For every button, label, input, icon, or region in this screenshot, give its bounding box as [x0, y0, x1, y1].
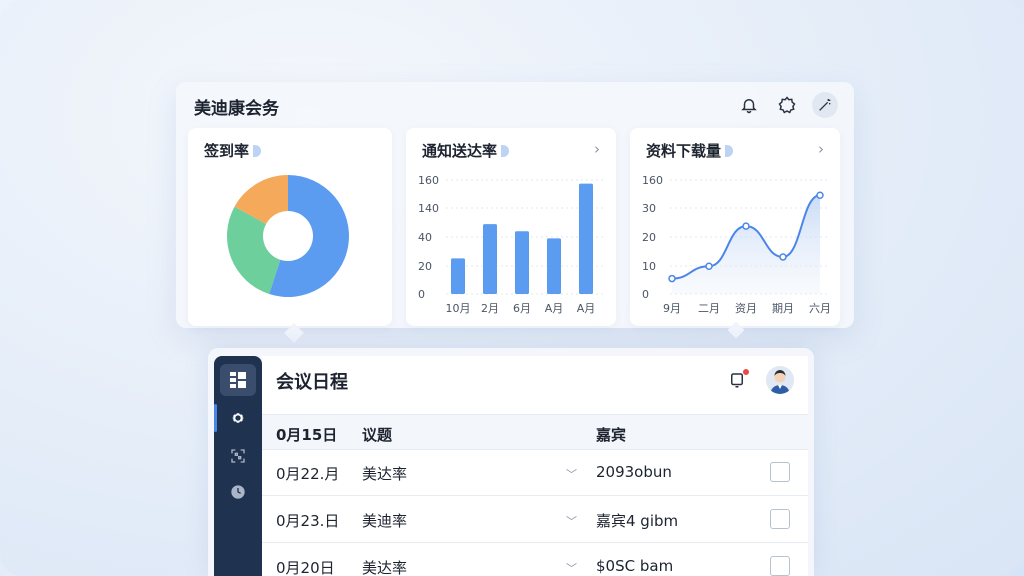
area-fill — [672, 195, 820, 294]
y-tick-label: 30 — [642, 202, 656, 215]
bar — [547, 238, 561, 294]
meeting-panel: 会议日程 0月15日 议题 嘉宾 0月22.月 美达率 ﹀ 2093obun 0… — [208, 348, 814, 576]
sidebar — [214, 356, 262, 576]
clock-icon[interactable] — [220, 476, 256, 508]
gear-icon[interactable] — [214, 402, 256, 434]
row-topic: 美达率 — [362, 559, 408, 576]
row-topic: 美迪率 — [362, 512, 408, 530]
y-tick-label: 0 — [418, 288, 425, 301]
bar-chart: 160 140 40 20 0 10月 2月 6月 A月 A月 — [418, 174, 604, 315]
bar — [483, 224, 497, 294]
x-tick-label: 6月 — [513, 302, 531, 315]
meeting-title: 会议日程 — [276, 372, 348, 393]
bar — [515, 231, 529, 294]
settings-icon[interactable] — [774, 92, 800, 118]
table-row[interactable]: 0月22.月 美达率 ﹀ 2093obun — [262, 450, 808, 496]
chevron-down-icon[interactable]: ﹀ — [566, 560, 577, 576]
row-date: 0月22.月 — [276, 465, 340, 483]
avatar[interactable] — [766, 366, 794, 394]
row-checkbox[interactable] — [770, 509, 790, 529]
y-tick-label: 140 — [418, 202, 439, 215]
y-tick-label: 40 — [418, 231, 432, 244]
row-guest: 2093obun — [596, 463, 672, 481]
row-topic: 美达率 — [362, 465, 408, 483]
column-header-date: 0月15日 — [276, 426, 338, 444]
qr-scan-icon[interactable] — [220, 440, 256, 472]
column-header-topic: 议题 — [362, 426, 393, 444]
dashboard-header-icons — [736, 92, 838, 118]
y-tick-label: 160 — [418, 174, 439, 187]
dashboard-icon[interactable] — [220, 364, 256, 396]
y-tick-label: 0 — [642, 288, 649, 301]
x-tick-label: 9月 — [663, 302, 681, 315]
data-point — [816, 191, 824, 200]
x-tick-label: 资月 — [735, 302, 757, 315]
data-point — [742, 222, 750, 230]
data-point — [779, 253, 787, 261]
row-checkbox[interactable] — [770, 556, 790, 576]
x-tick-label: A月 — [545, 302, 564, 315]
row-guest: 嘉宾4 gibm — [596, 512, 679, 530]
magic-wand-icon[interactable] — [812, 92, 838, 118]
row-date: 0月20日 — [276, 559, 335, 576]
row-guest: $0SC bam — [596, 557, 674, 575]
table-row[interactable]: 0月23.日 美迪率 ﹀ 嘉宾4 gibm — [262, 497, 808, 543]
y-tick-label: 10 — [642, 260, 656, 273]
table-row[interactable]: 0月20日 美达率 ﹀ $0SC bam — [262, 544, 808, 576]
row-checkbox[interactable] — [770, 462, 790, 482]
column-header-guest: 嘉宾 — [596, 426, 627, 444]
data-point — [668, 274, 676, 283]
x-tick-label: 六月 — [809, 302, 831, 315]
meeting-main: 会议日程 0月15日 议题 嘉宾 0月22.月 美达率 ﹀ 2093obun 0… — [262, 356, 808, 576]
y-tick-label: 160 — [642, 174, 663, 187]
donut-slice — [227, 206, 281, 295]
dashboard-panel: 美迪康会务 签到率 通知送达率 › 160 140 40 20 0 10月 2月 6月 A月 A月… — [176, 82, 854, 328]
chevron-down-icon[interactable]: ﹀ — [566, 513, 577, 529]
x-tick-label: 期月 — [772, 302, 794, 315]
x-tick-label: 2月 — [481, 302, 499, 315]
bar — [579, 183, 593, 294]
x-tick-label: 二月 — [698, 302, 720, 315]
notification-rate-card[interactable]: 通知送达率 › 160 140 40 20 0 10月 2月 6月 A月 A月 — [406, 128, 616, 326]
area-chart: 160 30 20 10 0 9月 二月 资月 期月 六月 — [642, 174, 831, 315]
notification-icon[interactable] — [726, 368, 750, 391]
y-tick-label: 20 — [642, 231, 656, 244]
table-header: 0月15日 议题 嘉宾 — [262, 414, 808, 450]
data-point — [705, 262, 713, 270]
bar — [451, 258, 465, 294]
dashboard-title: 美迪康会务 — [194, 99, 279, 119]
checkin-rate-card[interactable]: 签到率 — [188, 128, 392, 326]
bell-icon[interactable] — [736, 92, 762, 118]
chevron-down-icon[interactable]: ﹀ — [566, 466, 577, 482]
x-tick-label: 10月 — [446, 302, 471, 315]
y-tick-label: 20 — [418, 260, 432, 273]
notification-badge — [742, 368, 750, 376]
download-count-card[interactable]: 资料下载量 › 160 30 20 10 0 9月 二月 资月 期月 六月 — [630, 128, 840, 326]
row-date: 0月23.日 — [276, 512, 340, 530]
x-tick-label: A月 — [577, 302, 596, 315]
donut-chart — [227, 175, 349, 297]
